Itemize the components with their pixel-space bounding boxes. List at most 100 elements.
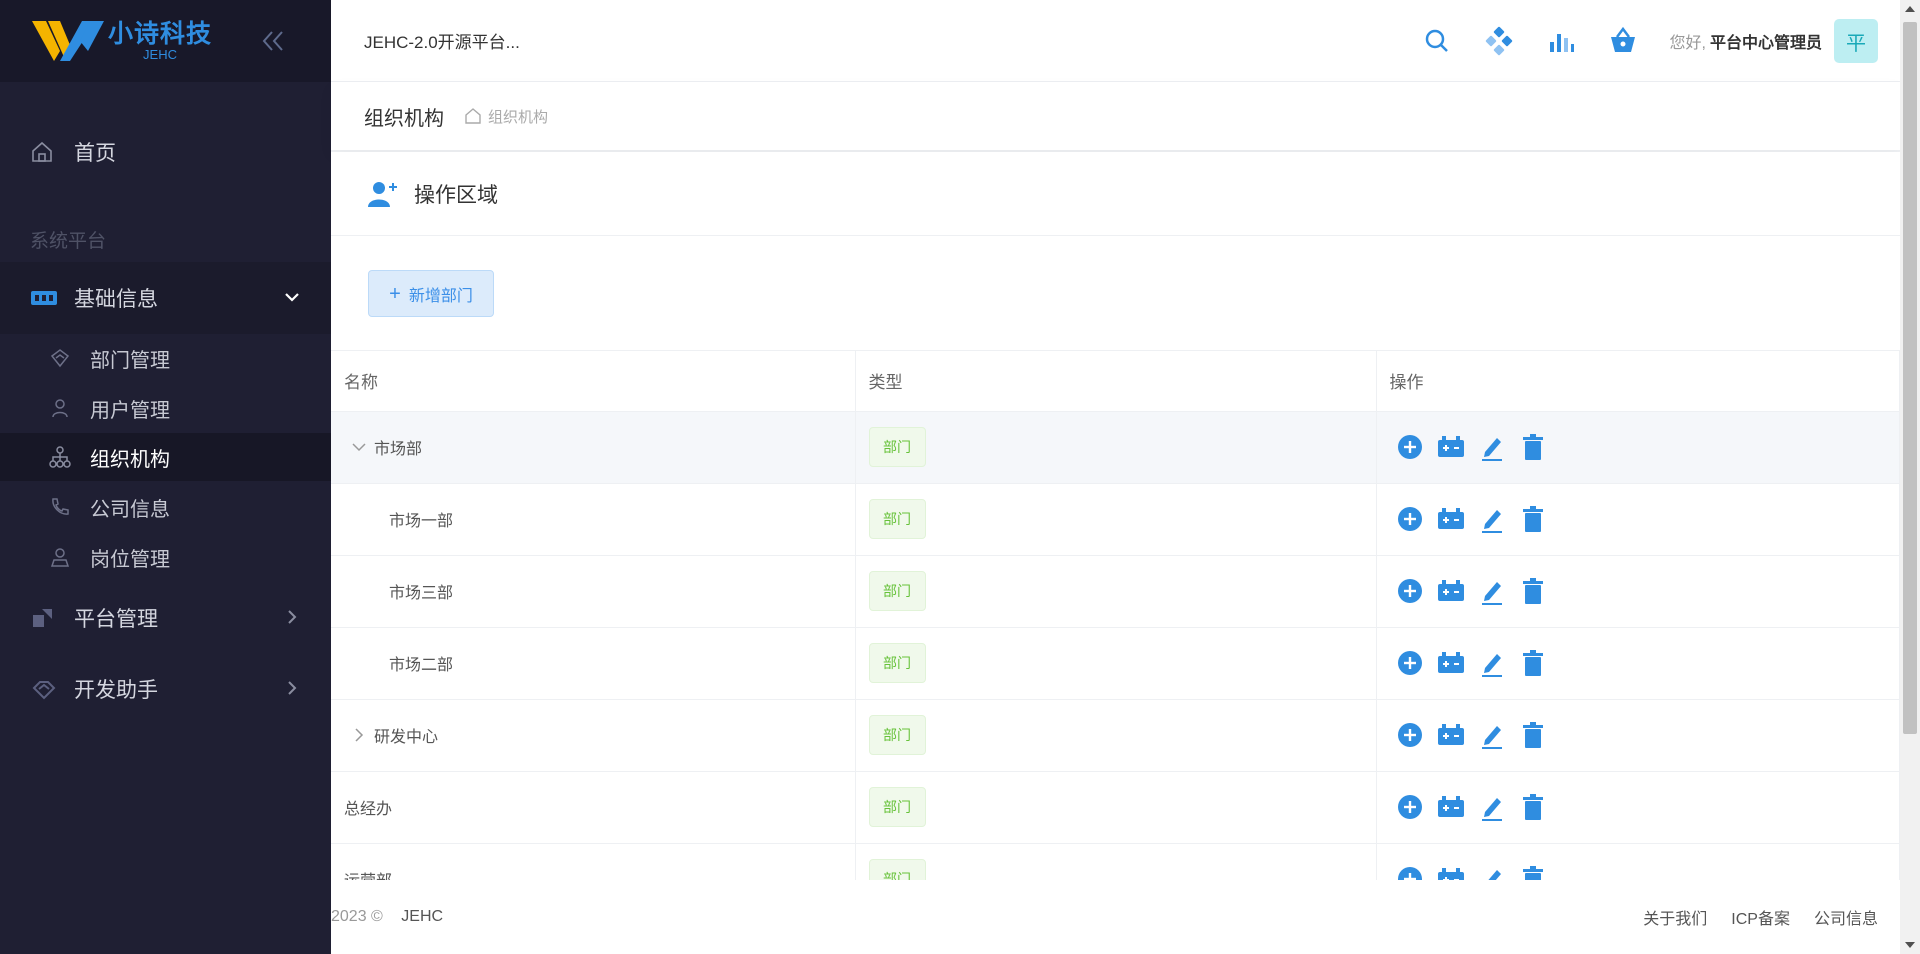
edit-icon[interactable] <box>1477 648 1507 678</box>
sidebar-item-organization[interactable]: 组织机构 <box>0 433 331 481</box>
add-circle-icon[interactable] <box>1395 864 1425 880</box>
plus-icon: + <box>389 282 401 305</box>
add-circle-icon[interactable] <box>1395 720 1425 750</box>
apps-icon[interactable] <box>1484 26 1514 56</box>
handshake-icon <box>32 681 56 700</box>
delete-icon[interactable] <box>1518 864 1548 880</box>
battery-icon[interactable] <box>1436 648 1466 678</box>
battery-icon[interactable] <box>1436 504 1466 534</box>
sidebar-item-users[interactable]: 用户管理 <box>0 384 331 432</box>
footer-brand[interactable]: JEHC <box>401 908 443 925</box>
table-row[interactable]: 运营部 部门 <box>331 843 1900 880</box>
actions-cell <box>1376 411 1900 484</box>
add-circle-icon[interactable] <box>1395 576 1425 606</box>
home-icon[interactable] <box>464 107 482 125</box>
name-cell: 市场二部 <box>331 627 856 700</box>
name-cell-content: 市场二部 <box>344 651 855 675</box>
delete-icon[interactable] <box>1518 576 1548 606</box>
name-cell-content: 运营部 <box>344 867 855 880</box>
scroll-up-arrow-icon[interactable] <box>1905 6 1915 12</box>
add-department-button[interactable]: + 新增部门 <box>368 270 494 317</box>
page-scrollbar[interactable] <box>1900 0 1920 954</box>
user-name[interactable]: 平台中心管理员 <box>1710 29 1822 53</box>
table-row[interactable]: 研发中心 部门 <box>331 699 1900 772</box>
battery-icon[interactable] <box>1436 576 1466 606</box>
actions-cell <box>1376 483 1900 556</box>
edit-icon[interactable] <box>1477 720 1507 750</box>
add-circle-icon[interactable] <box>1395 648 1425 678</box>
user-icon <box>52 399 68 418</box>
add-circle-icon[interactable] <box>1395 504 1425 534</box>
sidebar-item-positions[interactable]: 岗位管理 <box>0 533 331 581</box>
avatar[interactable]: 平 <box>1834 19 1878 63</box>
edit-icon[interactable] <box>1477 432 1507 462</box>
name-cell: 市场三部 <box>331 555 856 628</box>
row-actions <box>1390 648 1899 678</box>
add-circle-icon[interactable] <box>1395 432 1425 462</box>
type-cell: 部门 <box>855 555 1377 628</box>
actions-cell <box>1376 699 1900 772</box>
logo-text: 小诗科技 JEHC <box>108 20 212 62</box>
battery-icon[interactable] <box>1436 432 1466 462</box>
delete-icon[interactable] <box>1518 792 1548 822</box>
battery-icon[interactable] <box>1436 720 1466 750</box>
chevron-right-icon[interactable] <box>350 726 368 744</box>
edit-icon[interactable] <box>1477 504 1507 534</box>
edit-icon[interactable] <box>1477 864 1507 880</box>
footer-link-about[interactable]: 关于我们 <box>1643 905 1707 929</box>
sidebar-item-label: 组织机构 <box>90 448 170 471</box>
collapse-sidebar-icon[interactable] <box>258 26 288 56</box>
search-icon[interactable] <box>1422 26 1452 56</box>
scroll-down-arrow-icon[interactable] <box>1905 942 1915 948</box>
chart-icon[interactable] <box>1546 26 1576 56</box>
sidebar-item-home[interactable]: 首页 <box>0 128 331 176</box>
footer-link-company[interactable]: 公司信息 <box>1814 905 1878 929</box>
edit-icon[interactable] <box>1477 792 1507 822</box>
logo-icon <box>32 21 104 61</box>
row-actions <box>1390 576 1899 606</box>
actions-cell <box>1376 771 1900 844</box>
table-row[interactable]: 总经办 部门 <box>331 771 1900 844</box>
add-circle-icon[interactable] <box>1395 792 1425 822</box>
table-row[interactable]: 市场二部 部门 <box>331 627 1900 700</box>
battery-icon[interactable] <box>1436 792 1466 822</box>
page-title: 组织机构 <box>364 107 444 130</box>
basket-icon[interactable] <box>1608 26 1638 56</box>
operation-card: 操作区域 + 新增部门 名称 类型 操作 市场部 部门 市场一部 部门 市场三部 部门 市场… <box>331 152 1900 880</box>
row-actions <box>1390 792 1899 822</box>
name-cell-content: 市场一部 <box>344 507 855 531</box>
sidebar-group-platform[interactable]: 平台管理 <box>0 582 331 654</box>
chevron-down-icon[interactable] <box>350 438 368 456</box>
table-header-row: 名称 类型 操作 <box>331 351 1900 412</box>
table-row[interactable]: 市场一部 部门 <box>331 483 1900 556</box>
home-icon <box>32 141 52 162</box>
type-cell: 部门 <box>855 411 1377 484</box>
sidebar-group-dev-assistant[interactable]: 开发助手 <box>0 653 331 725</box>
footer-link-icp[interactable]: ICP备案 <box>1731 905 1790 929</box>
platform-icon <box>33 609 52 627</box>
sidebar-item-department[interactable]: 部门管理 <box>0 334 331 382</box>
name-cell-content: 研发中心 <box>344 723 855 747</box>
type-cell: 部门 <box>855 771 1377 844</box>
scroll-thumb[interactable] <box>1903 22 1917 734</box>
table-row[interactable]: 市场部 部门 <box>331 411 1900 484</box>
delete-icon[interactable] <box>1518 504 1548 534</box>
column-header-name[interactable]: 名称 <box>331 351 856 412</box>
type-tag: 部门 <box>868 499 926 539</box>
name-cell: 市场一部 <box>331 483 856 556</box>
battery-icon[interactable] <box>1436 864 1466 880</box>
breadcrumb-link[interactable]: 组织机构 <box>488 106 548 127</box>
edit-icon[interactable] <box>1477 576 1507 606</box>
delete-icon[interactable] <box>1518 648 1548 678</box>
sidebar-group-basic-info[interactable]: 基础信息 <box>0 262 331 334</box>
column-header-type[interactable]: 类型 <box>855 351 1377 412</box>
delete-icon[interactable] <box>1518 432 1548 462</box>
logo-title: 小诗科技 <box>108 20 213 48</box>
name-cell: 运营部 <box>331 843 856 880</box>
delete-icon[interactable] <box>1518 720 1548 750</box>
card-title: 操作区域 <box>414 183 498 207</box>
type-cell: 部门 <box>855 627 1377 700</box>
sidebar-item-company[interactable]: 公司信息 <box>0 483 331 531</box>
table-row[interactable]: 市场三部 部门 <box>331 555 1900 628</box>
name-cell-content: 市场部 <box>344 435 855 459</box>
